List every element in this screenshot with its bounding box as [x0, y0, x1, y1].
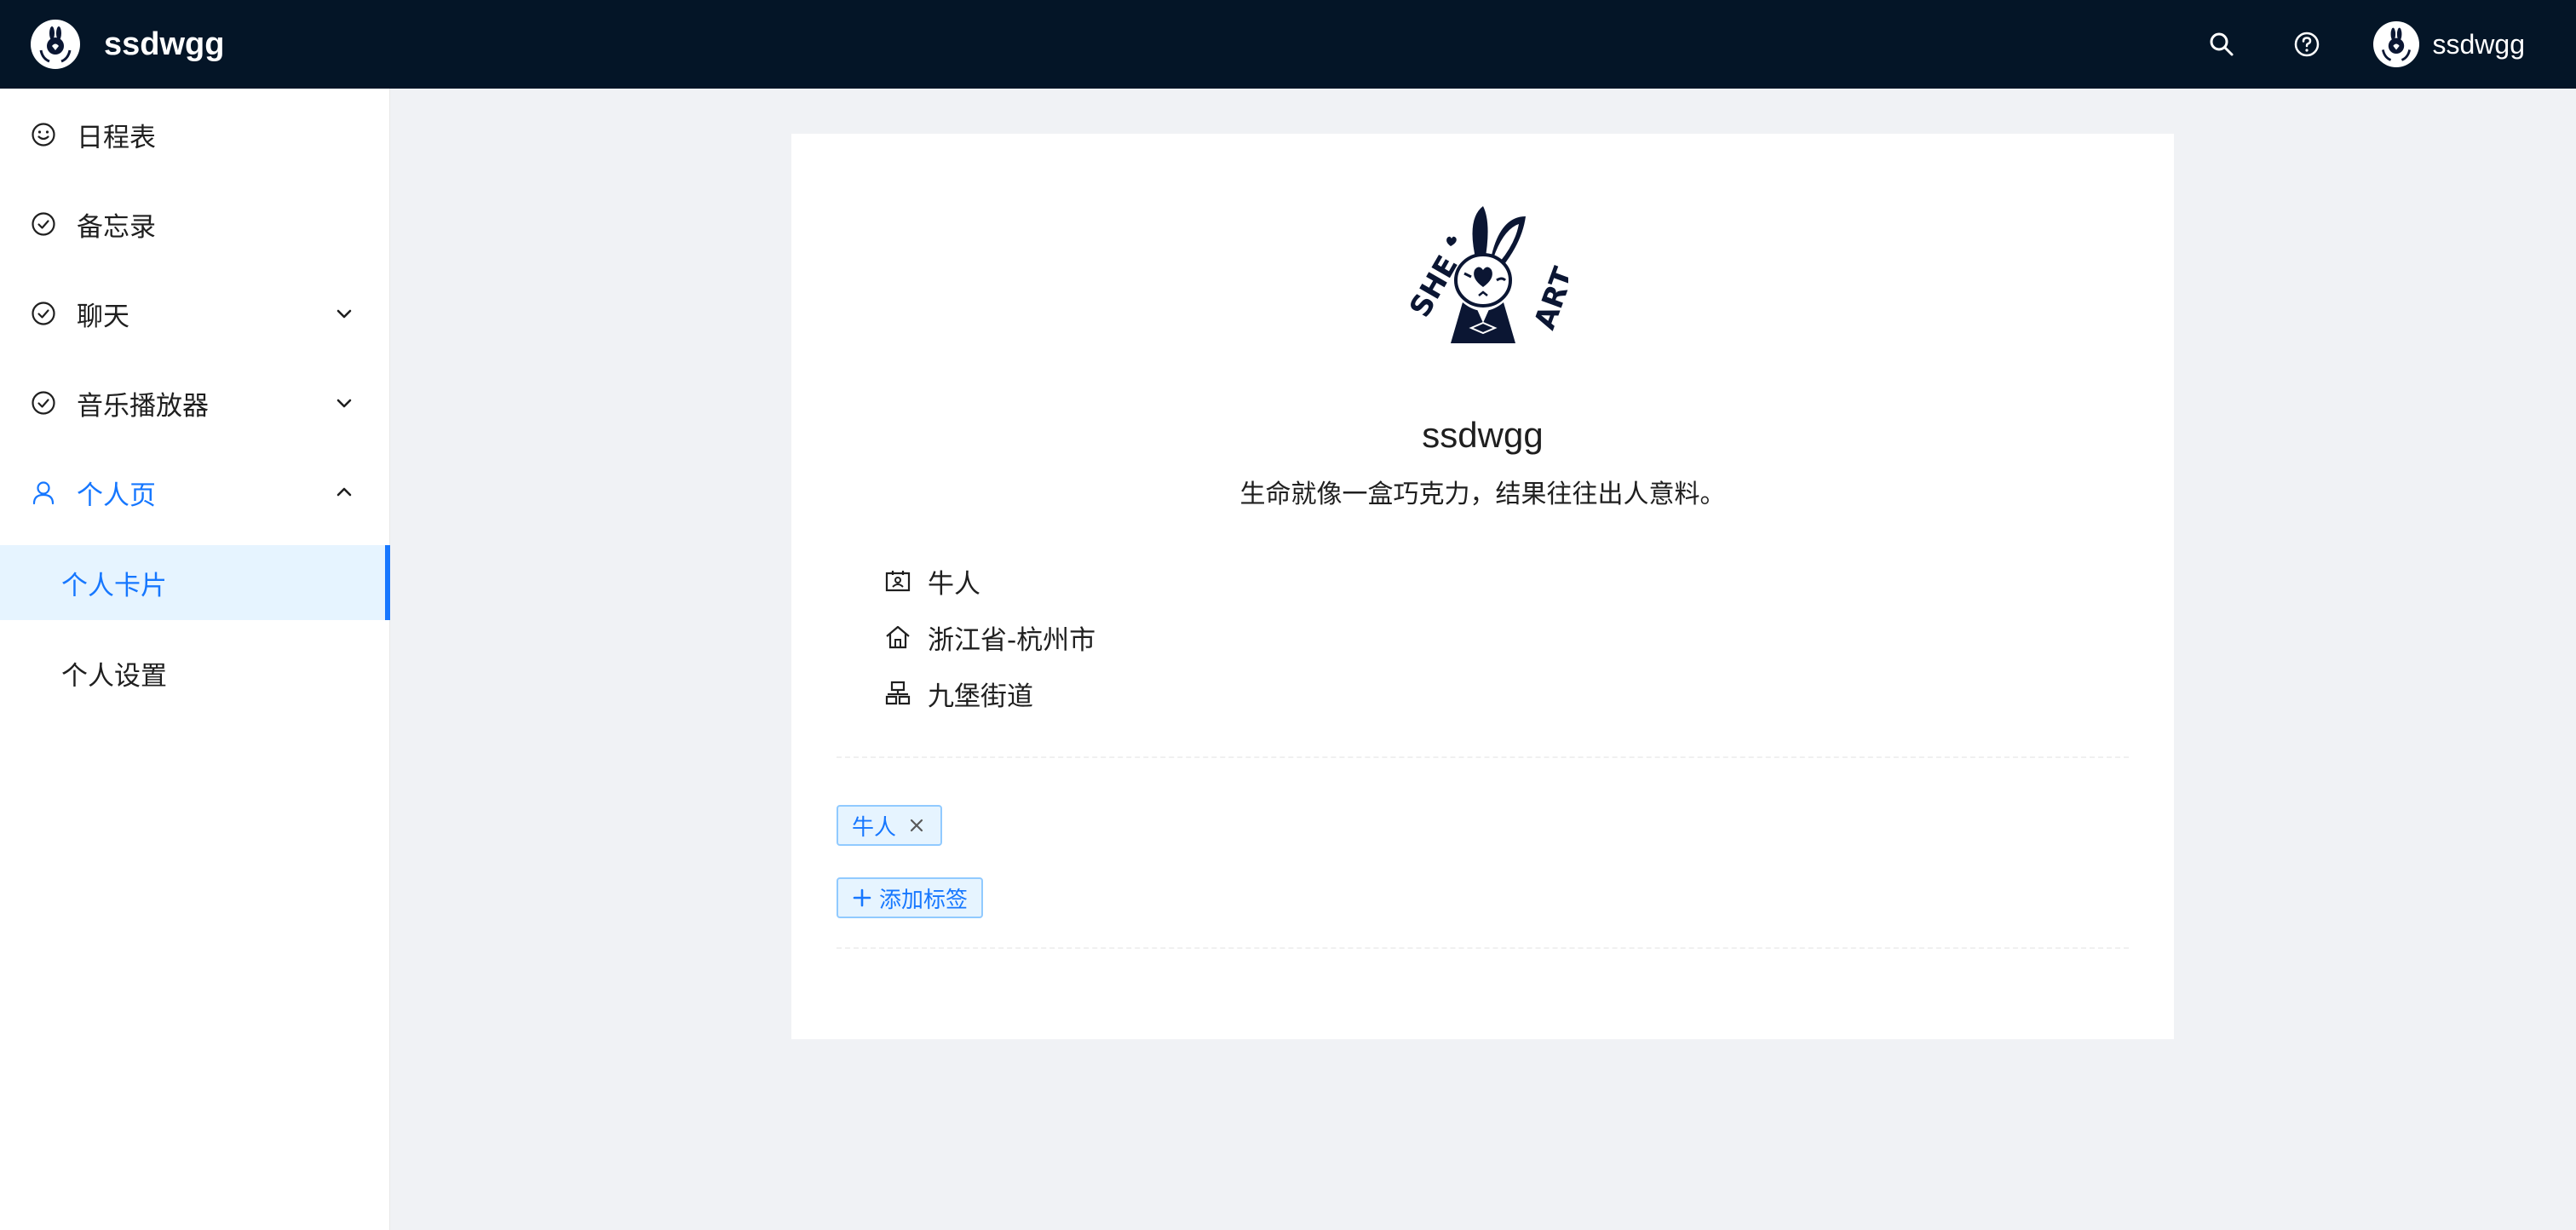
sidebar-item-label: 音乐播放器 — [77, 390, 209, 422]
chevron-down-icon[interactable] — [332, 391, 356, 415]
sidebar-item-label: 备忘录 — [77, 211, 156, 243]
profile-name: ssdwgg — [1422, 415, 1544, 455]
info-row-location: 浙江省-杭州市 — [883, 618, 1095, 657]
top-header: ssdwgg ssdwgg — [0, 0, 2576, 89]
chevron-down-icon[interactable] — [332, 302, 356, 325]
logo — [31, 20, 80, 69]
check-circle-icon — [29, 388, 58, 417]
sidebar-item-label: 个人页 — [77, 480, 156, 511]
info-location-text: 浙江省-杭州市 — [928, 624, 1096, 656]
divider — [837, 947, 2129, 949]
user-menu[interactable]: ssdwgg — [2372, 21, 2526, 67]
chevron-up-icon[interactable] — [332, 480, 356, 504]
profile-card: SHE ART ssdwgg 生命就像一盒巧克力，结果往往出人意料。 牛人 浙江… — [791, 134, 2174, 1039]
sidebar-item-chat[interactable]: 聊天 — [0, 271, 390, 356]
user-name: ssdwgg — [2432, 28, 2526, 60]
sidebar-item-memo[interactable]: 备忘录 — [0, 181, 390, 267]
sidebar-subitem-profile-settings[interactable]: 个人设置 — [0, 635, 390, 710]
info-row-street: 九堡街道 — [883, 674, 1033, 713]
divider — [837, 756, 2129, 758]
cluster-icon — [883, 679, 912, 708]
sidebar-item-label: 个人设置 — [61, 660, 167, 692]
sidebar-item-label: 个人卡片 — [61, 570, 167, 601]
add-tag-label: 添加标签 — [879, 887, 969, 913]
plus-icon — [852, 888, 872, 908]
tag-item[interactable]: 牛人 — [837, 805, 943, 846]
tag-label: 牛人 — [852, 814, 897, 841]
sidebar: 日程表 备忘录 聊天 音乐播放器 个人页 个人卡片 个人设置 — [0, 89, 390, 1230]
check-circle-icon — [29, 210, 58, 239]
close-icon[interactable] — [906, 815, 927, 836]
info-title-text: 牛人 — [928, 568, 980, 600]
add-tag-button[interactable]: 添加标签 — [837, 877, 984, 918]
home-icon — [883, 623, 912, 652]
check-circle-icon — [29, 299, 58, 328]
contacts-icon — [883, 566, 912, 595]
sidebar-item-schedule[interactable]: 日程表 — [0, 92, 390, 177]
avatar — [2372, 21, 2419, 67]
profile-motto: 生命就像一盒巧克力，结果往往出人意料。 — [1239, 480, 1726, 509]
sidebar-item-music-player[interactable]: 音乐播放器 — [0, 360, 390, 445]
app-title: ssdwgg — [104, 26, 225, 62]
header-actions: ssdwgg — [2203, 0, 2526, 89]
search-icon[interactable] — [2203, 26, 2240, 63]
smile-icon — [29, 120, 58, 149]
user-icon — [29, 478, 58, 507]
info-street-text: 九堡街道 — [928, 681, 1033, 712]
sidebar-item-label: 日程表 — [77, 122, 156, 153]
sidebar-subitem-profile-card[interactable]: 个人卡片 — [0, 545, 390, 620]
logo-text-art: ART — [1528, 262, 1568, 334]
sidebar-item-label: 聊天 — [77, 301, 129, 332]
brand[interactable]: ssdwgg — [31, 20, 224, 69]
sidebar-item-profile[interactable]: 个人页 — [0, 450, 390, 535]
info-row-title: 牛人 — [883, 561, 980, 601]
help-icon[interactable] — [2288, 26, 2326, 63]
profile-avatar: SHE ART — [1398, 202, 1582, 355]
